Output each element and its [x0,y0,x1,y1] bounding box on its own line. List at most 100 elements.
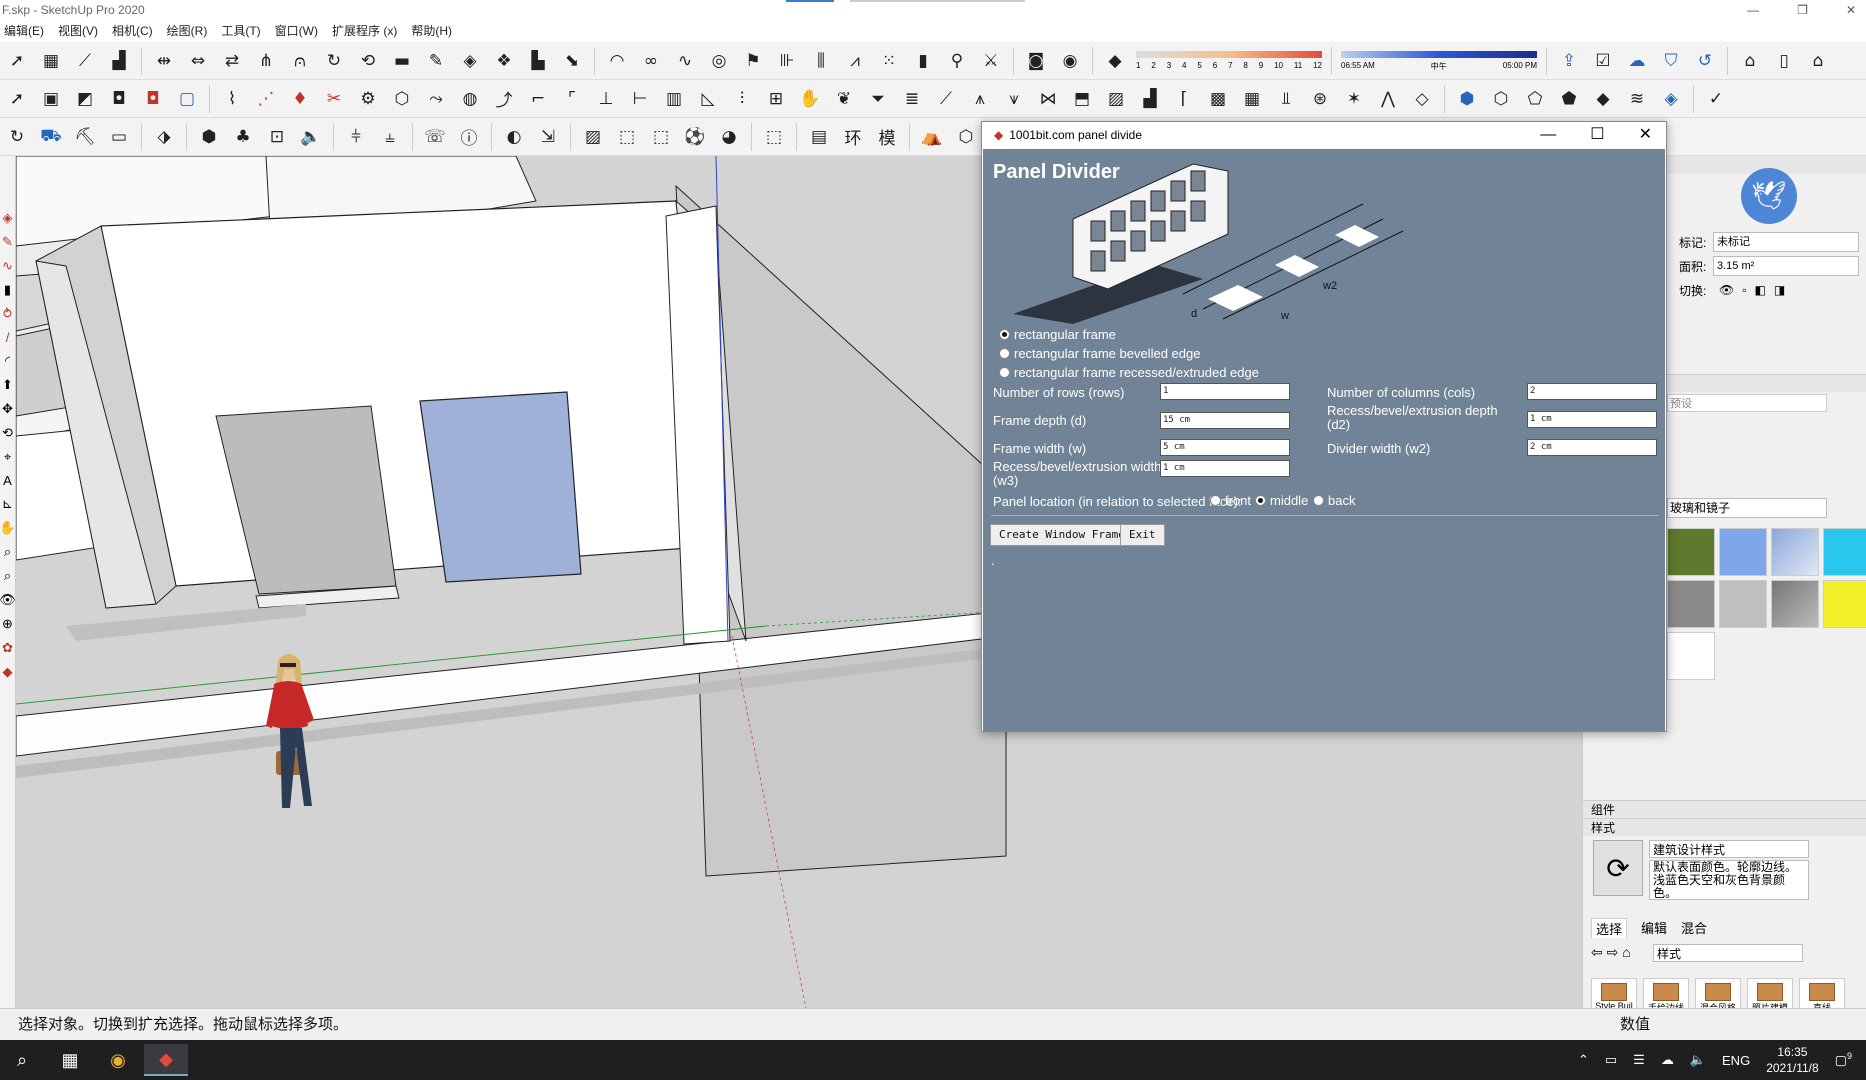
tab-select[interactable]: 选择 [1591,918,1628,938]
language-indicator[interactable]: ENG [1722,1053,1750,1068]
text-tool-icon[interactable]: A [3,473,12,488]
hexagon-outline-icon[interactable]: ⬡ [1486,84,1516,114]
swatch-grey[interactable] [1771,580,1819,628]
ruby-icon[interactable]: ◘ [138,84,168,114]
minimize-button[interactable]: — [1747,0,1759,20]
visibility-eye-icon[interactable]: 👁 [1719,283,1734,297]
chevron-up-icon[interactable]: ⌃ [1578,1052,1589,1068]
box-select-icon[interactable]: ⬚ [759,122,789,152]
rail-icon[interactable]: ⫫ [1271,84,1301,114]
cols-input[interactable]: 2 [1527,383,1657,400]
eraser-icon[interactable]: ◆ [1100,46,1130,76]
connect-icon[interactable]: ⇄ [217,46,247,76]
gem-icon[interactable]: ◈ [1656,84,1686,114]
table-icon[interactable]: ▤ [804,122,834,152]
material-library-select[interactable]: 玻璃和镜子 [1667,498,1827,518]
select-tool-icon[interactable]: ➚ [2,84,32,114]
trim-icon[interactable]: ⊥ [591,84,621,114]
funnel-icon[interactable]: ⏷ [863,84,893,114]
dots-icon[interactable]: ⁙ [874,46,904,76]
camera-position-icon[interactable]: ⛏ [70,122,100,152]
shape-3-icon[interactable]: ◆ [1588,84,1618,114]
chat-icon[interactable]: ☏ [420,122,450,152]
volume-icon[interactable]: 🔈 [1690,1052,1706,1068]
leaf-icon[interactable]: ❦ [829,84,859,114]
hexagon-icon[interactable]: ⬢ [1452,84,1482,114]
rotate-icon[interactable]: ⟲ [353,46,383,76]
maximize-button[interactable]: ❐ [1797,0,1808,20]
align-icon[interactable]: ⇹ [149,46,179,76]
refresh-icon[interactable]: ↺ [1690,46,1720,76]
split-icon[interactable]: ⩚ [965,84,995,114]
profile-icon[interactable]: ⌈ [1169,84,1199,114]
style-name-field[interactable]: 建筑设计样式 [1649,840,1809,858]
dome-icon[interactable]: ◠ [602,46,632,76]
speaker-icon[interactable]: 🔈 [296,122,326,152]
car-icon[interactable]: ⛟ [36,122,66,152]
radio-bevel[interactable] [999,348,1010,359]
plane-icon[interactable]: ▬ [387,46,417,76]
notifications-icon[interactable]: ▢9 [1835,1051,1852,1068]
swatch-white[interactable] [1667,632,1715,680]
lock-icon[interactable]: ▫ [1742,283,1746,297]
box-icon[interactable]: ▢ [172,84,202,114]
cloud-upload-icon[interactable]: ☁ [1622,46,1652,76]
fill-icon[interactable]: ♦ [285,84,315,114]
dialog-maximize-button[interactable]: ☐ [1590,122,1604,148]
graph-icon[interactable]: ⫶ [727,84,757,114]
sliders-2-icon[interactable]: ⫨ [375,122,405,152]
rows-input[interactable]: 1 [1160,383,1290,400]
depth-input[interactable]: 15 cm [1160,412,1290,429]
location-middle[interactable]: middle [1255,493,1308,508]
save-icon[interactable]: ▣ [36,84,66,114]
ruby-tool-icon[interactable]: ◆ [3,664,13,680]
scissors-icon[interactable]: ✂ [319,84,349,114]
exit-button[interactable]: Exit [1120,524,1165,546]
axes-tool-icon[interactable]: ⊾ [2,496,13,512]
scale-icon[interactable]: ⇲ [533,122,563,152]
components-header[interactable]: 组件 [1583,800,1866,818]
extrude-icon[interactable]: ⬒ [1067,84,1097,114]
calculator-icon[interactable]: ▦ [48,1044,92,1076]
globe-tool-icon[interactable]: ◕ [714,122,744,152]
time-slider[interactable]: 06:55 AM 中午 05:00 PM [1339,49,1539,73]
zoom-tool-icon[interactable]: ⌕ [4,544,11,560]
join-icon[interactable]: ⋈ [1033,84,1063,114]
sphere-mesh-icon[interactable]: ⊛ [1305,84,1335,114]
steps-icon[interactable]: ▟ [1135,84,1165,114]
eye-tool-icon[interactable]: 👁 [0,592,16,608]
close-button[interactable]: ✕ [1846,0,1856,20]
grid-icon[interactable]: ▦ [36,46,66,76]
swatch-sky[interactable] [1771,528,1819,576]
photo-icon[interactable]: ▭ [104,122,134,152]
hatch-icon[interactable]: ▨ [1101,84,1131,114]
pencil-tool-icon[interactable]: ✎ [2,234,13,250]
walk-tool-icon[interactable]: ✋ [0,520,16,536]
tab-edit[interactable]: 编辑 [1641,918,1667,938]
lattice-icon[interactable]: ▦ [1237,84,1267,114]
cube-wire-icon[interactable]: ⬚ [612,122,642,152]
arrow-icon[interactable]: ⬊ [557,46,587,76]
book-icon[interactable]: ▯ [1769,46,1799,76]
swatch-granite[interactable] [1719,580,1767,628]
menu-draw[interactable]: 绘图(R) [167,20,208,42]
menu-edit[interactable]: 编辑(E) [4,20,44,42]
search-icon[interactable]: ⌕ [0,1044,44,1076]
width-input[interactable]: 5 cm [1160,439,1290,456]
paint-tool-icon[interactable]: ▮ [4,282,11,298]
tree-icon[interactable]: ♣ [228,122,258,152]
month-slider[interactable]: 1 2 3 4 5 6 7 8 9 10 11 12 [1134,49,1324,73]
curve-tool-icon[interactable]: ∿ [2,258,13,274]
dialog-minimize-button[interactable]: — [1540,122,1556,148]
cube-tool-icon[interactable]: ◈ [3,210,13,226]
validate-icon[interactable]: ✓ [1701,84,1731,114]
sphere-icon[interactable]: ◍ [455,84,485,114]
fence-icon[interactable]: ⊪ [772,46,802,76]
menu-tools[interactable]: 工具(T) [221,20,260,42]
extension-tool-icon[interactable]: ✿ [2,640,13,656]
swatch-green[interactable] [1667,528,1715,576]
component-icon[interactable]: ⬗ [149,122,179,152]
figure-icon[interactable]: ⚲ [942,46,972,76]
solid-icon[interactable]: ◈ [455,46,485,76]
menu-view[interactable]: 视图(V) [58,20,98,42]
